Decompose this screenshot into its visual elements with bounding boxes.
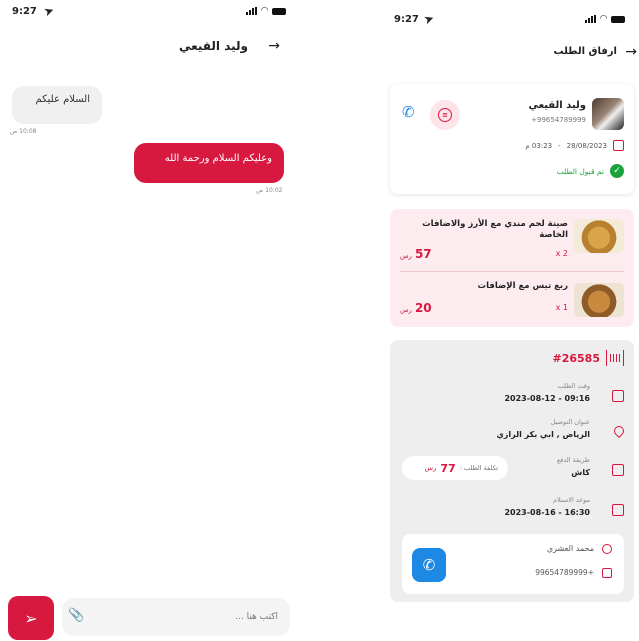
price-currency: رس	[400, 252, 412, 260]
price-value: 20	[414, 301, 432, 315]
phone-icon: ✆	[422, 556, 436, 574]
message-time: 10:02 ص	[256, 187, 283, 194]
order-datetime: 28/08/2023 - 03:23 م	[525, 140, 624, 151]
check-icon: ✓	[610, 164, 624, 178]
signal-icon	[585, 15, 597, 23]
food-image	[574, 219, 624, 253]
status-bar: 9:27 ➤ ◠	[380, 0, 639, 28]
message-time: 10:08 ص	[10, 128, 37, 135]
cost-value: 77	[440, 461, 456, 475]
person-icon	[602, 544, 612, 554]
status-bar: 9:27 ➤ ◠	[0, 0, 300, 26]
order-time: 03:23 م	[525, 141, 553, 150]
item-name: ربع تيس مع الإضافات	[477, 281, 568, 291]
item-quantity: 2 x	[555, 249, 568, 258]
chat-header: → وليد القيعي	[0, 36, 300, 60]
chat-button[interactable]: ≡	[430, 100, 460, 130]
send-button[interactable]: ➢	[8, 596, 54, 640]
list-item: صينة لحم مندي مع الأرز والاضافات الخاصة …	[390, 209, 634, 265]
item-name: صينة لحم مندي مع الأرز والاضافات الخاصة	[422, 219, 568, 241]
address-value: الرياض , ابي بكر الرازي	[496, 430, 590, 439]
list-item: ربع تيس مع الإضافات 1 x 20 رس	[390, 273, 634, 329]
back-arrow-icon[interactable]: →	[625, 44, 637, 60]
delivery-value: 16:30 - 2023-08-16	[504, 508, 590, 517]
status-time: 9:27	[394, 14, 419, 25]
incoming-message: السلام عليكم	[12, 86, 102, 124]
location-pin-icon	[611, 423, 627, 439]
calendar-icon	[613, 140, 624, 151]
driver-name: محمد العشري	[546, 544, 594, 553]
order-time-label: وقت الطلب	[557, 382, 590, 390]
cost-label: تكلفة الطلب :	[459, 464, 498, 472]
divider	[400, 271, 624, 272]
items-card: صينة لحم مندي مع الأرز والاضافات الخاصة …	[390, 209, 634, 327]
cost-currency: رس	[424, 464, 437, 472]
customer-phone: +99654789999	[531, 116, 586, 124]
calendar-icon	[612, 390, 624, 402]
food-image	[574, 283, 624, 317]
mobile-icon	[602, 568, 612, 578]
phone-icon[interactable]: ✆	[402, 103, 415, 121]
order-id: #26585	[552, 352, 601, 365]
chat-screen: 9:27 ➤ ◠ → وليد القيعي السلام عليكم 10:0…	[0, 0, 300, 641]
item-price: 57 رس	[400, 247, 432, 261]
driver-card: محمد العشري +99654789999 ✆	[402, 534, 624, 594]
signal-icon	[246, 7, 258, 15]
order-status: ✓ تم قبول الطلب	[557, 164, 624, 178]
wifi-icon: ◠	[261, 6, 268, 16]
customer-name: وليد القيعي	[528, 100, 586, 111]
location-arrow-icon: ➤	[41, 2, 57, 20]
back-arrow-icon[interactable]: →	[268, 38, 280, 54]
chat-title: وليد القيعي	[178, 39, 248, 53]
status-icons: ◠	[585, 14, 625, 24]
payment-label: طريقة الدفع	[556, 456, 590, 464]
order-header: → ارفاق الطلب	[380, 44, 639, 64]
driver-phone: +99654789999	[535, 568, 594, 577]
wifi-icon: ◠	[600, 14, 607, 24]
send-icon: ➢	[24, 608, 38, 628]
order-time-value: 09:16 - 2023-08-12	[504, 394, 590, 403]
datetime-separator: -	[558, 141, 561, 150]
item-price: 20 رس	[400, 301, 432, 315]
address-label: عنوان التوصيل	[550, 418, 590, 426]
barcode-icon	[606, 350, 624, 366]
order-date: 28/08/2023	[566, 141, 607, 150]
order-cost-badge: تكلفة الطلب : 77 رس	[402, 456, 508, 480]
price-currency: رس	[400, 306, 412, 314]
wallet-icon	[612, 464, 624, 476]
order-time-row: وقت الطلب 09:16 - 2023-08-12	[400, 382, 624, 412]
status-time: 9:27	[12, 6, 37, 17]
location-arrow-icon: ➤	[421, 10, 437, 28]
status-text: تم قبول الطلب	[556, 166, 604, 176]
address-row: عنوان التوصيل الرياض , ابي بكر الرازي	[400, 418, 627, 448]
item-quantity: 1 x	[555, 303, 568, 312]
status-icons: ◠	[246, 6, 286, 16]
page-title: ارفاق الطلب	[553, 46, 617, 57]
outgoing-message: وعليكم السلام ورحمة الله	[134, 143, 284, 183]
avatar	[592, 98, 624, 130]
chat-icon: ≡	[438, 108, 452, 122]
customer-card: وليد القيعي +99654789999 ≡ ✆ 28/08/2023 …	[390, 84, 634, 194]
battery-icon	[272, 7, 286, 15]
delivery-row: موعد الاستلام 16:30 - 2023-08-16	[400, 496, 624, 526]
payment-value: كاش	[571, 468, 590, 477]
paperclip-icon[interactable]: 📎	[68, 608, 84, 623]
message-input[interactable]	[62, 598, 290, 636]
call-driver-button[interactable]: ✆	[412, 548, 446, 582]
calendar-icon	[612, 504, 624, 516]
delivery-label: موعد الاستلام	[552, 496, 590, 504]
message-composer: ➢ 📎	[6, 596, 296, 640]
battery-icon	[611, 15, 625, 23]
price-value: 57	[414, 247, 432, 261]
